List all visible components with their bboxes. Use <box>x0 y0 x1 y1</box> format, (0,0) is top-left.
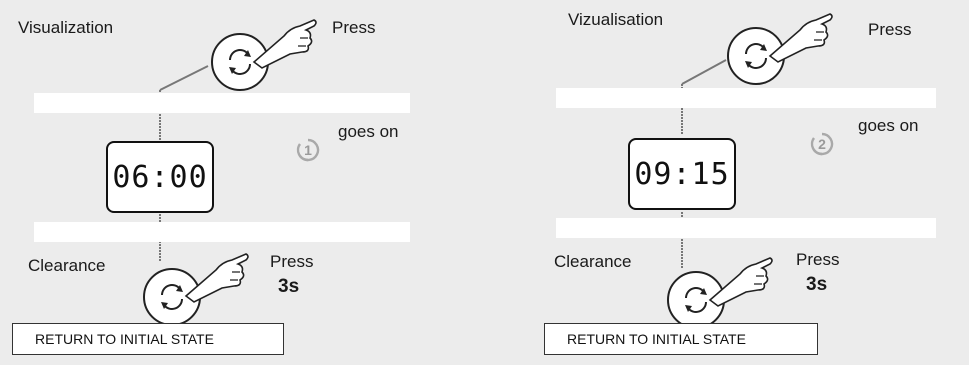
pointing-hand-icon <box>252 19 317 69</box>
goes-on-label: goes on <box>338 122 399 141</box>
press-label-top: Press <box>332 18 376 37</box>
visualization-title: Visualization <box>18 18 114 37</box>
time-display: 06:00 <box>106 141 214 213</box>
clearance-label: Clearance <box>554 252 632 271</box>
right-panel: Vizualisation Press 09:15 2 goes on Clea… <box>540 0 960 365</box>
pointing-hand-icon <box>184 253 249 303</box>
bottom-band <box>34 222 410 242</box>
return-to-initial-state: RETURN TO INITIAL STATE <box>12 323 284 355</box>
press-label-bottom: Press <box>796 250 840 269</box>
top-band <box>556 88 936 108</box>
step-number: 1 <box>304 142 312 158</box>
pointing-hand-icon <box>768 13 833 63</box>
pointing-hand-icon <box>708 257 773 307</box>
time-display: 09:15 <box>628 138 736 210</box>
clearance-label: Clearance <box>28 256 106 275</box>
top-band <box>34 93 410 113</box>
duration-label: 3s <box>806 274 828 295</box>
step-number: 2 <box>818 136 826 152</box>
left-panel: Visualization Press 06:00 1 goes on Clea… <box>12 0 432 365</box>
press-label-bottom: Press <box>270 252 314 271</box>
bottom-band <box>556 218 936 238</box>
goes-on-label: goes on <box>858 116 919 135</box>
duration-label: 3s <box>278 276 300 297</box>
visualization-title: Vizualisation <box>568 10 664 29</box>
press-label-top: Press <box>868 20 912 39</box>
return-to-initial-state: RETURN TO INITIAL STATE <box>544 323 818 355</box>
